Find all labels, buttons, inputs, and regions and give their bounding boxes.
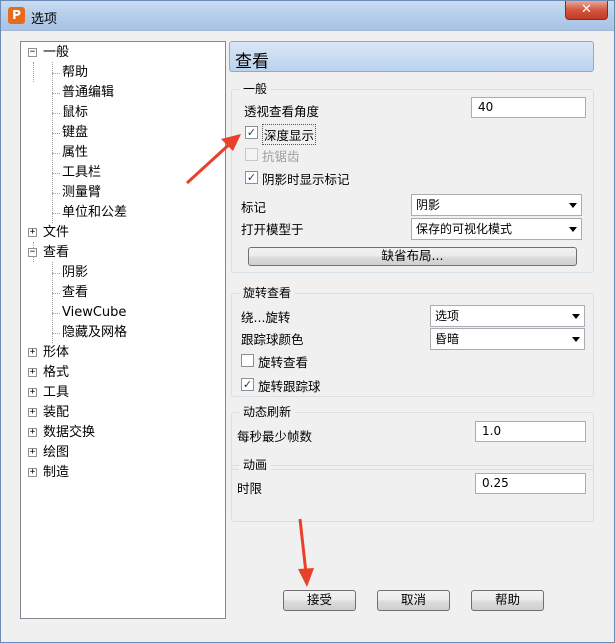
annotation-arrow-accept [298, 518, 314, 587]
options-dialog: P 选项 ✕ − 一般 帮助 普通编辑 鼠标 键盘 属性 工具栏 测量臂 单位和… [0, 0, 615, 643]
annotation-arrow-depth [185, 134, 241, 185]
annotation-arrows [185, 134, 314, 587]
